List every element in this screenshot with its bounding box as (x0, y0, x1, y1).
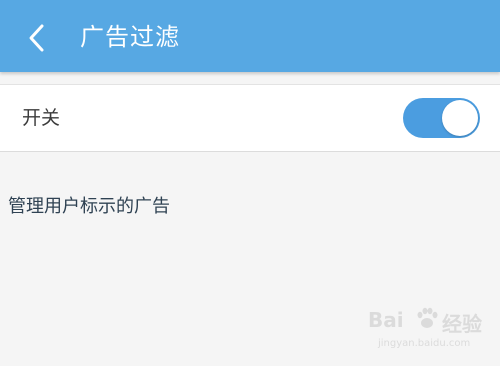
watermark-brand-left: Bai (368, 308, 404, 332)
chevron-left-icon (29, 24, 44, 52)
toggle-knob (442, 100, 478, 136)
manage-marked-ads-link[interactable]: 管理用户标示的广告 (8, 194, 170, 220)
page-title: 广告过滤 (80, 23, 180, 51)
baidu-jingyan-watermark: Bai 经验 jingyan.baidu.com (368, 306, 493, 358)
switch-label: 开关 (22, 107, 61, 129)
watermark-url: jingyan.baidu.com (378, 338, 471, 349)
ad-filter-toggle[interactable] (403, 98, 480, 138)
back-button[interactable] (20, 20, 56, 56)
ad-filter-switch-row: 开关 (0, 84, 500, 152)
app-header: 广告过滤 (0, 0, 500, 72)
watermark-brand-right: 经验 (442, 312, 482, 336)
paw-icon (417, 307, 438, 328)
